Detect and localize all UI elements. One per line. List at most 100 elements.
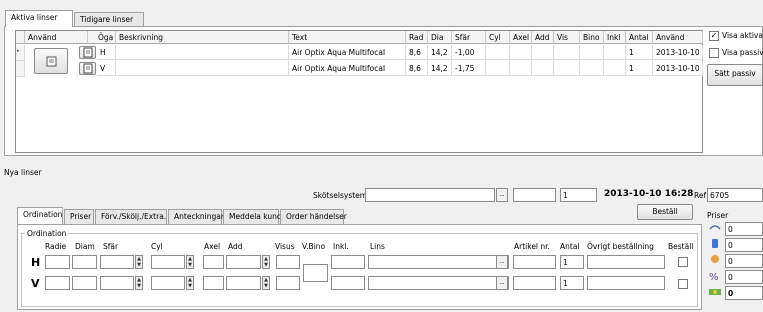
col-rad[interactable]: Rad <box>406 31 428 44</box>
v-ovrigt-field[interactable] <box>587 276 665 290</box>
col-vis[interactable]: Vis <box>554 31 580 44</box>
tab-meddela-kund[interactable]: Meddela kund <box>223 209 282 224</box>
v-bestall-checkbox[interactable] <box>678 279 688 289</box>
h-cyl-field[interactable] <box>151 255 185 269</box>
h-cyl-stepper[interactable]: ▲ ▼ <box>186 255 194 269</box>
v-cyl-stepper[interactable]: ▲ ▼ <box>186 276 194 290</box>
col-anvand[interactable]: Använd <box>25 31 88 44</box>
v-lins-field[interactable] <box>368 276 509 290</box>
h-antal-field[interactable]: 1 <box>560 255 584 269</box>
col-oga[interactable]: Öga <box>88 31 116 44</box>
h-visus-field[interactable] <box>276 255 300 269</box>
money-icon <box>709 289 721 295</box>
tab-label: Tidigare linser <box>80 15 134 24</box>
set-passive-button[interactable]: Sätt passiv <box>707 64 763 86</box>
row-2-beskrivning <box>116 61 289 76</box>
h-inkl-field[interactable] <box>331 255 365 269</box>
h-bestall-checkbox[interactable] <box>678 257 688 267</box>
care-system-qty-field[interactable]: 1 <box>560 188 597 202</box>
h-lins-field[interactable] <box>368 255 509 269</box>
show-active-checkbox[interactable]: ✓ <box>709 31 719 41</box>
v-artikel-field[interactable] <box>513 276 556 290</box>
ovrigt-bestallning-label: Övrigt beställning <box>587 242 654 251</box>
col-text[interactable]: Text <box>289 31 406 44</box>
tab-aktiva-linser[interactable]: Aktiva linser <box>5 10 73 27</box>
h-add-stepper[interactable]: ▲ ▼ <box>262 255 270 269</box>
row-2-doc-button[interactable] <box>79 62 96 75</box>
h-ovrigt-field[interactable] <box>587 255 665 269</box>
visus-label: Visus <box>275 242 295 251</box>
ref-label: Ref <box>694 191 707 200</box>
row-1-cyl <box>486 45 510 60</box>
tab-priser[interactable]: Priser <box>64 209 94 224</box>
v-add-stepper[interactable]: ▲ ▼ <box>262 276 270 290</box>
row-selector-icon[interactable]: ▸ <box>16 45 25 61</box>
order-datetime: 2013-10-10 16:28 <box>604 189 694 199</box>
lins-label: Lins <box>370 242 385 251</box>
tab-order-handelser[interactable]: Order händelser <box>280 209 347 224</box>
col-antal[interactable]: Antal <box>626 31 653 44</box>
row-2-add <box>532 61 554 76</box>
use-lens-button[interactable] <box>34 48 68 74</box>
col-cyl[interactable]: Cyl <box>486 31 510 44</box>
eye-h-label: H <box>31 256 41 269</box>
h-radie-field[interactable] <box>45 255 70 269</box>
care-system-field[interactable] <box>365 188 495 202</box>
row-1-beskrivning <box>116 45 289 60</box>
col-sfar[interactable]: Sfär <box>452 31 486 44</box>
tab-tidigare-linser[interactable]: Tidigare linser <box>74 12 144 27</box>
document-icon <box>83 63 93 74</box>
document-icon <box>83 47 93 58</box>
h-sfar-field[interactable] <box>100 255 134 269</box>
row-1-date: 2013-10-10 <box>653 45 703 60</box>
care-system-extra-field[interactable] <box>513 188 556 202</box>
h-add-field[interactable] <box>226 255 261 269</box>
price-total-field[interactable]: 0 <box>725 286 763 300</box>
cyl-label: Cyl <box>151 242 163 251</box>
col-bino[interactable]: Bino <box>580 31 604 44</box>
h-artikel-field[interactable] <box>513 255 556 269</box>
v-antal-field[interactable]: 1 <box>560 276 584 290</box>
col-beskrivning[interactable]: Beskrivning <box>116 31 289 44</box>
v-radie-field[interactable] <box>45 276 70 290</box>
row-1-doc-button[interactable] <box>79 46 96 59</box>
tab-ordination[interactable]: Ordination <box>17 207 63 224</box>
v-cyl-field[interactable] <box>151 276 185 290</box>
price-field-4[interactable]: 0 <box>725 270 763 284</box>
care-system-browse-button[interactable]: .. <box>496 188 508 202</box>
price-field-2[interactable]: 0 <box>725 238 763 252</box>
row-2-text: Air Optix Aqua Multifocal <box>289 61 406 76</box>
show-passive-label: Visa passiva <box>722 48 763 57</box>
col-add[interactable]: Add <box>532 31 554 44</box>
ordination-group-label: Ordination <box>25 229 69 238</box>
ref-field[interactable]: 6705 <box>707 188 763 202</box>
h-axel-field[interactable] <box>203 255 224 269</box>
vbino-field[interactable] <box>303 264 328 282</box>
row-1-eye: H <box>97 45 116 60</box>
v-visus-field[interactable] <box>276 276 300 290</box>
v-lins-browse-button[interactable]: .. <box>496 276 508 290</box>
tab-forv-skolj-extra[interactable]: Förv./Skölj./Extra. <box>95 209 167 224</box>
col-dia[interactable]: Dia <box>428 31 452 44</box>
col-anvand-date[interactable]: Använd <box>653 31 703 44</box>
price-field-1[interactable]: 0 <box>725 222 763 236</box>
h-sfar-stepper[interactable]: ▲ ▼ <box>135 255 143 269</box>
v-inkl-field[interactable] <box>331 276 365 290</box>
col-inkl[interactable]: Inkl <box>604 31 626 44</box>
row-selector[interactable] <box>16 61 25 77</box>
price-field-3[interactable]: 0 <box>725 254 763 268</box>
col-axel[interactable]: Axel <box>510 31 532 44</box>
row-2-date: 2013-10-10 <box>653 61 703 76</box>
show-passive-checkbox[interactable] <box>709 48 719 58</box>
artikel-nr-label: Artikel nr. <box>514 242 550 251</box>
v-axel-field[interactable] <box>203 276 224 290</box>
v-add-field[interactable] <box>226 276 261 290</box>
row-1-add <box>532 45 554 60</box>
v-sfar-field[interactable] <box>100 276 134 290</box>
v-sfar-stepper[interactable]: ▲ ▼ <box>135 276 143 290</box>
order-button[interactable]: Beställ <box>637 204 693 220</box>
tab-anteckningar[interactable]: Anteckningar <box>168 209 224 224</box>
h-lins-browse-button[interactable]: .. <box>496 255 508 269</box>
v-diam-field[interactable] <box>72 276 97 290</box>
h-diam-field[interactable] <box>72 255 97 269</box>
